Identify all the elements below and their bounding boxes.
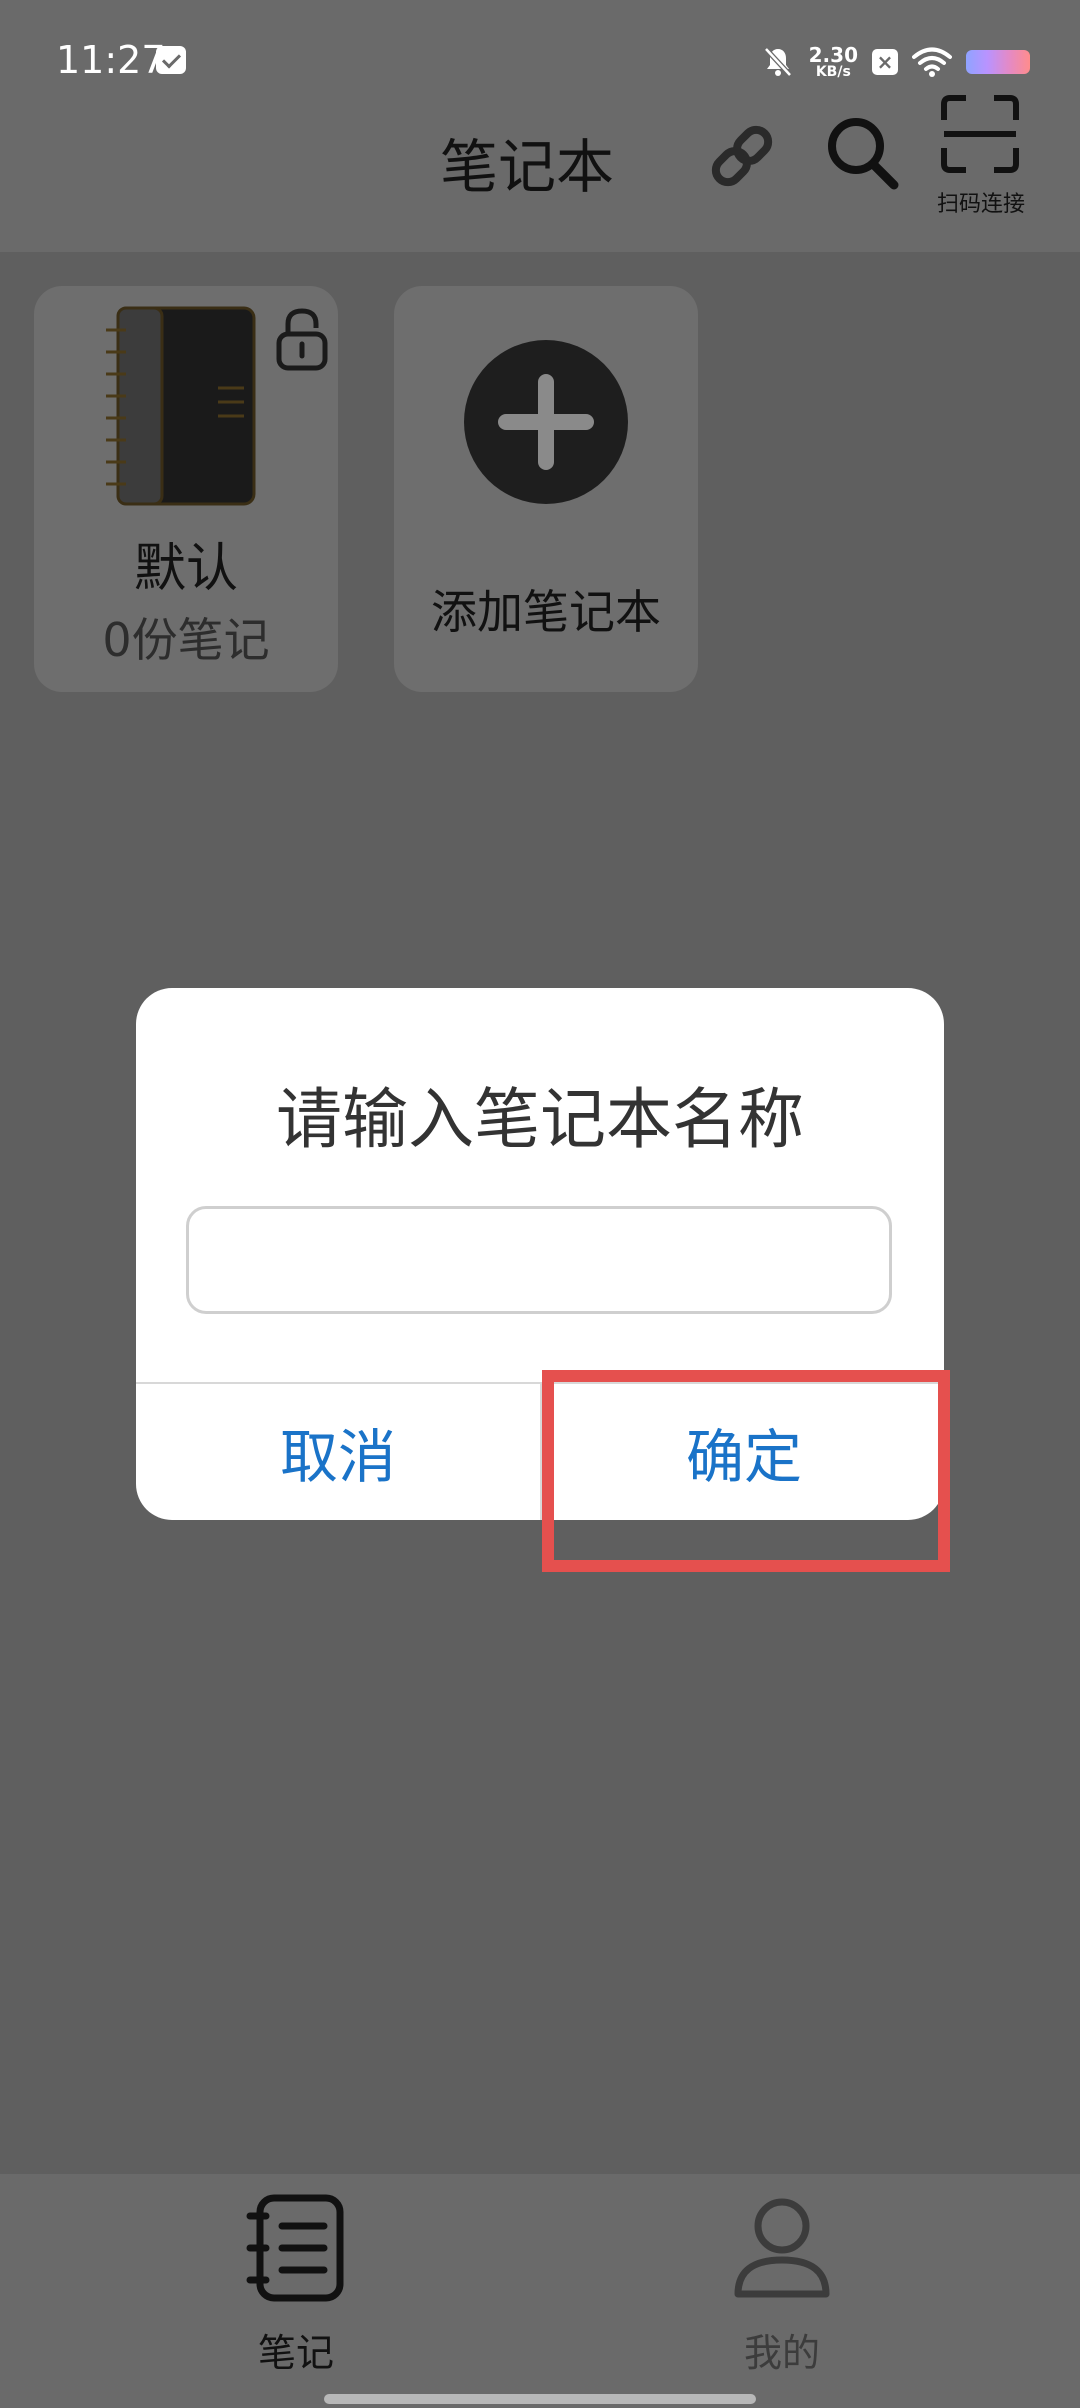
person-icon [734,2198,830,2298]
status-icons: 2.30 KB/s × [761,40,1030,84]
tab-notes[interactable]: 笔记 [186,2194,406,2384]
status-bar: 11:27 2.30 KB/s × [0,0,1080,120]
notebook-name: 默认 [133,539,238,599]
home-indicator[interactable] [324,2394,756,2404]
tab-notes-label: 笔记 [257,2331,334,2375]
notes-icon [246,2194,344,2302]
link-icon[interactable] [706,120,778,192]
notebook-name-dialog: 请输入笔记本名称 取消 确定 [136,988,944,1520]
confirm-button[interactable]: 确定 [542,1384,944,1520]
x-badge-icon: × [872,49,898,75]
message-notification-icon [156,46,186,74]
lock-icon [276,308,328,371]
tab-mine-label: 我的 [743,2331,820,2375]
notebook-card-default[interactable]: 默认 0份笔记 [34,286,338,692]
cancel-button[interactable]: 取消 [136,1384,540,1520]
scan-connect-label: 扫码连接 [936,192,1025,217]
notebook-note-count: 0份笔记 [102,613,270,667]
tab-mine[interactable]: 我的 [672,2194,892,2384]
dialog-title: 请输入笔记本名称 [276,1081,804,1158]
mute-bell-icon [763,47,792,77]
network-speed: 2.30 KB/s [809,45,858,79]
notebook-icon [106,306,256,506]
battery-icon [966,50,1030,74]
bottom-nav: 笔记 我的 [0,2174,1080,2408]
status-time: 11:27 [56,38,166,82]
plus-icon [464,340,628,504]
notebook-name-input[interactable] [186,1206,892,1314]
scan-icon [941,95,1019,173]
scan-connect-button[interactable]: 扫码连接 [926,94,1036,224]
search-icon[interactable] [824,112,900,192]
screen: 11:27 2.30 KB/s × 笔记本 扫码连接 默认 0份笔记 添加笔记本… [0,0,1080,2408]
page-title: 笔记本 [440,133,615,201]
network-speed-unit: KB/s [815,64,851,80]
add-notebook-card[interactable]: 添加笔记本 [394,286,698,692]
add-notebook-label: 添加笔记本 [431,585,661,639]
wifi-icon [912,47,952,77]
network-speed-value: 2.30 [808,43,858,67]
